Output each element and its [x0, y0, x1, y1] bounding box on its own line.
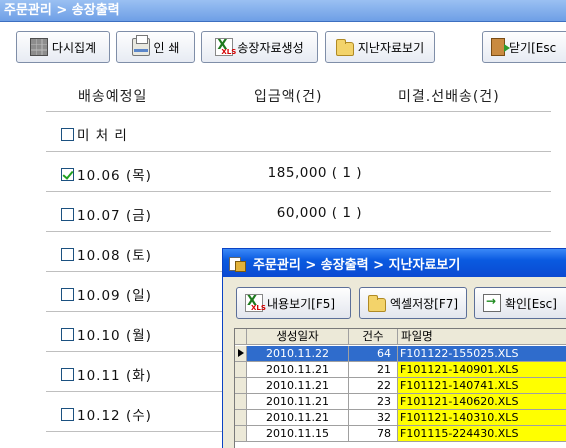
row-date-label: 미 처 리 — [77, 128, 128, 144]
cell-date[interactable]: 2010.11.22 — [247, 346, 349, 362]
create-invoice-data-label: 송장자료생성 — [237, 40, 304, 55]
row-checkbox[interactable] — [61, 247, 74, 261]
row-deposit-amount: 60,000 ( 1 ) — [276, 205, 362, 221]
excel-icon — [215, 38, 236, 56]
divider — [46, 111, 551, 112]
row-deposit-amount: 185,000 ( 1 ) — [267, 165, 362, 181]
row-indicator — [235, 426, 247, 442]
table-row[interactable]: 2010.11.15 78 F101115-224430.XLS — [235, 426, 566, 442]
folder-icon — [335, 38, 354, 56]
row-checkbox[interactable] — [61, 207, 74, 221]
past-data-dialog: 주문관리 > 송장출력 > 지난자료보기 내용보기[F5] 엑셀저장[F7] 확… — [222, 248, 566, 448]
date-row[interactable]: 10.09 (일) — [61, 284, 152, 304]
printer-icon — [131, 35, 150, 56]
row-checkbox[interactable] — [61, 127, 74, 141]
save-excel-label: 엑셀저장[F7] — [390, 296, 459, 311]
window-title: 주문관리 > 송장출력 — [0, 0, 566, 22]
dialog-title: 주문관리 > 송장출력 > 지난자료보기 — [253, 257, 461, 273]
row-date-label: 10.06 (목) — [77, 168, 152, 184]
cell-filename[interactable]: F101121-140620.XLS — [398, 394, 566, 410]
view-contents-button[interactable]: 내용보기[F5] — [236, 287, 351, 319]
close-button-label: 닫기[Esc — [509, 40, 557, 55]
date-row[interactable]: 10.10 (월) — [61, 324, 152, 344]
cell-date[interactable]: 2010.11.21 — [247, 410, 349, 426]
confirm-arrow-icon — [483, 294, 501, 312]
column-header-ship-date: 배송예정일 — [78, 89, 148, 105]
cell-count[interactable]: 22 — [349, 378, 398, 394]
file-grid[interactable]: 생성일자 건수 파일명 2010.11.22 64 F101122-155025.X… — [234, 328, 566, 448]
cell-count[interactable]: 32 — [349, 410, 398, 426]
row-date-label: 10.08 (토) — [77, 248, 152, 264]
grid-header-date[interactable]: 생성일자 — [247, 329, 349, 345]
view-past-data-button[interactable]: 지난자료보기 — [325, 31, 435, 63]
row-checkbox[interactable] — [61, 407, 74, 421]
row-date-label: 10.12 (수) — [77, 408, 152, 424]
row-indicator — [235, 394, 247, 410]
print-button-label: 인 쇄 — [153, 40, 180, 55]
table-row[interactable]: 2010.11.21 23 F101121-140620.XLS — [235, 394, 566, 410]
row-indicator-header — [235, 329, 247, 345]
cell-date[interactable]: 2010.11.15 — [247, 426, 349, 442]
cell-date[interactable]: 2010.11.21 — [247, 378, 349, 394]
row-divider — [46, 231, 551, 232]
cell-date[interactable]: 2010.11.21 — [247, 362, 349, 378]
row-date-label: 10.10 (월) — [77, 328, 152, 344]
cell-count[interactable]: 64 — [349, 346, 398, 362]
refresh-button[interactable]: 다시집계 — [16, 31, 110, 63]
date-row[interactable]: 10.12 (수) — [61, 404, 152, 424]
cell-count[interactable]: 78 — [349, 426, 398, 442]
table-row[interactable]: 2010.11.22 64 F101122-155025.XLS — [235, 346, 566, 362]
excel-icon — [245, 294, 266, 312]
column-header-unsettled: 미결.선배송(건) — [398, 89, 500, 105]
save-excel-button[interactable]: 엑셀저장[F7] — [359, 287, 467, 319]
row-indicator — [235, 378, 247, 394]
cell-filename[interactable]: F101121-140310.XLS — [398, 410, 566, 426]
grid-header-count[interactable]: 건수 — [349, 329, 398, 345]
date-row[interactable]: 10.07 (금) — [61, 204, 152, 224]
dialog-title-bar[interactable]: 주문관리 > 송장출력 > 지난자료보기 — [223, 249, 566, 277]
exit-door-icon — [491, 38, 510, 56]
create-invoice-data-button[interactable]: 송장자료생성 — [201, 31, 318, 63]
cell-filename[interactable]: F101122-155025.XLS — [398, 346, 566, 362]
table-row[interactable]: 2010.11.21 22 F101121-140741.XLS — [235, 378, 566, 394]
refresh-button-label: 다시집계 — [51, 40, 97, 55]
app-window-icon — [229, 255, 246, 272]
row-divider — [46, 151, 551, 152]
row-indicator — [235, 410, 247, 426]
cell-filename[interactable]: F101121-140901.XLS — [398, 362, 566, 378]
row-checkbox[interactable] — [61, 327, 74, 341]
row-date-label: 10.07 (금) — [77, 208, 152, 224]
date-row[interactable]: 10.11 (화) — [61, 364, 152, 384]
date-row[interactable]: 10.06 (목) — [61, 164, 152, 184]
cell-date[interactable]: 2010.11.21 — [247, 394, 349, 410]
row-divider — [46, 191, 551, 192]
cell-filename[interactable]: F101115-224430.XLS — [398, 426, 566, 442]
table-row[interactable]: 2010.11.21 32 F101121-140310.XLS — [235, 410, 566, 426]
close-button[interactable]: 닫기[Esc — [482, 31, 566, 63]
print-button[interactable]: 인 쇄 — [116, 31, 195, 63]
row-date-label: 10.11 (화) — [77, 368, 152, 384]
table-row[interactable]: 2010.11.21 21 F101121-140901.XLS — [235, 362, 566, 378]
folder-icon — [368, 294, 386, 312]
current-row-arrow-icon — [235, 346, 247, 362]
grid-header-file[interactable]: 파일명 — [398, 329, 566, 345]
confirm-button[interactable]: 확인[Esc] — [474, 287, 566, 319]
row-checkbox[interactable] — [61, 367, 74, 381]
cell-filename[interactable]: F101121-140741.XLS — [398, 378, 566, 394]
cell-count[interactable]: 23 — [349, 394, 398, 410]
row-indicator — [235, 362, 247, 378]
view-contents-label: 내용보기[F5] — [267, 296, 336, 311]
view-past-data-label: 지난자료보기 — [357, 40, 425, 55]
row-date-label: 10.09 (일) — [77, 288, 152, 304]
date-row[interactable]: 미 처 리 — [61, 124, 128, 144]
confirm-label: 확인[Esc] — [505, 296, 557, 311]
grid-header-row: 생성일자 건수 파일명 — [235, 329, 566, 345]
cell-count[interactable]: 21 — [349, 362, 398, 378]
date-row[interactable]: 10.08 (토) — [61, 244, 152, 264]
row-checkbox[interactable] — [61, 287, 74, 301]
calculator-icon — [29, 38, 48, 56]
column-header-deposit: 입금액(건) — [254, 89, 323, 105]
row-checkbox[interactable] — [61, 167, 74, 181]
